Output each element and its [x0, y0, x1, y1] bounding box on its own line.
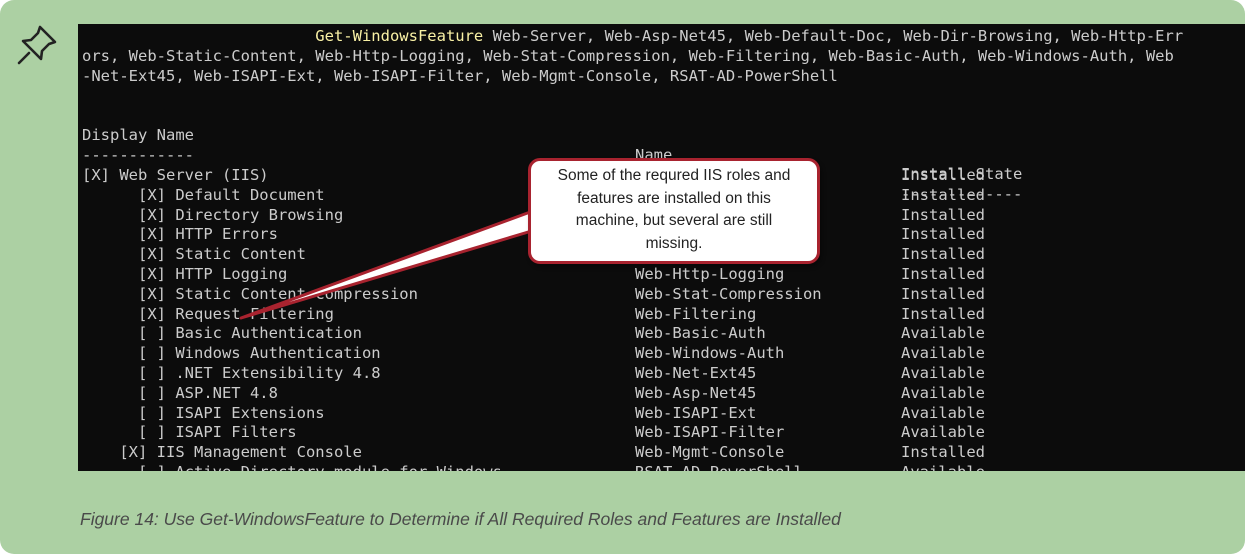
table-separator: ------------ ---- -------------: [78, 126, 1245, 204]
feature-install-state: Installed: [901, 166, 985, 184]
feature-display-name: [X] HTTP Logging: [82, 265, 288, 283]
feature-name: Web-Windows-Auth: [635, 344, 785, 363]
feature-install-state: Installed: [901, 185, 985, 204]
table-row: [ ] Basic Authentication Web-Basic-Auth Av…: [78, 324, 1245, 344]
feature-install-state: Installed: [901, 265, 985, 283]
feature-install-state: Available: [901, 423, 985, 442]
table-row: [ ] Active Directory module for Windows …: [78, 463, 1245, 471]
feature-install-state: Available: [901, 364, 985, 382]
feature-name: Web-ISAPI-Ext: [635, 403, 757, 422]
table-row: [ ] ASP.NET 4.8 Web-Asp-Net45 Available: [78, 384, 1245, 404]
table-row: [X] Static Content Compression Web-Stat-C…: [78, 285, 1245, 305]
table-row: [X] Request Filtering Web-Filtering Instal…: [78, 305, 1245, 325]
feature-display-name: [X] HTTP Errors: [82, 225, 278, 244]
feature-display-name: [ ] Windows Authentication: [82, 344, 381, 363]
callout-line-2: features are installed on this: [577, 189, 771, 207]
feature-display-name: [ ] ISAPI Filters: [82, 423, 297, 442]
feature-install-state: Installed: [901, 225, 985, 244]
feature-display-name: [ ] ISAPI Extensions: [82, 403, 325, 422]
feature-display-name: [X] Static Content Compression: [82, 284, 418, 303]
feature-display-name: [ ] .NET Extensibility 4.8: [82, 364, 381, 382]
feature-install-state: Available: [901, 383, 985, 402]
feature-name: Web-Net-Ext45: [635, 364, 757, 382]
figure-panel: Get-WindowsFeature Web-Server, Web-Asp-N…: [0, 0, 1245, 554]
feature-name: Web-Basic-Auth: [635, 324, 766, 343]
feature-display-name: [X] Default Document: [82, 185, 325, 204]
feature-install-state: Available: [901, 403, 985, 422]
command-line-2: ors, Web-Static-Content, Web-Http-Loggin…: [82, 47, 1174, 65]
feature-name: Web-Stat-Compression: [635, 284, 822, 303]
feature-display-name: [X] Static Content: [82, 245, 306, 264]
pin-icon: [15, 23, 59, 67]
feature-name: RSAT-AD-PowerShell: [635, 463, 803, 471]
feature-display-name: [ ] Active Directory module for Windows …: [82, 463, 539, 471]
feature-name: Web-Filtering: [635, 304, 757, 323]
feature-display-name: [X] Request Filtering: [82, 304, 334, 323]
feature-install-state: Installed: [901, 304, 985, 323]
feature-install-state: Installed: [901, 205, 985, 224]
feature-install-state: Installed: [901, 245, 985, 264]
callout-line-4: missing.: [645, 234, 703, 252]
feature-name: Web-Http-Logging: [635, 265, 785, 283]
feature-name: Web-ISAPI-Filter: [635, 423, 785, 442]
command-line-1: Get-WindowsFeature Web-Server, Web-Asp-N…: [82, 27, 1183, 47]
callout-line-3: machine, but several are still: [575, 212, 773, 229]
feature-name: Web-Asp-Net45: [635, 383, 757, 402]
command-args-1: Web-Server, Web-Asp-Net45, Web-Default-D…: [483, 27, 1184, 45]
feature-install-state: Available: [901, 463, 985, 471]
feature-display-name: [X] IIS Management Console: [82, 443, 362, 462]
feature-display-name: [ ] ASP.NET 4.8: [82, 383, 278, 402]
feature-install-state: Installed: [901, 284, 985, 303]
table-row: [ ] ISAPI Extensions Web-ISAPI-Ext Availab…: [78, 404, 1245, 424]
command-line-3: -Net-Ext45, Web-ISAPI-Ext, Web-ISAPI-Fil…: [82, 67, 838, 85]
separator-display-name: ------------: [82, 145, 194, 164]
table-row: [ ] ISAPI Filters Web-ISAPI-Filter Availab…: [78, 423, 1245, 443]
callout-line-1: Some of the requred IIS roles and: [557, 167, 791, 184]
table-row: [ ] Windows Authentication Web-Windows-Au…: [78, 344, 1245, 364]
feature-install-state: Available: [901, 324, 985, 343]
command-name: Get-WindowsFeature: [315, 27, 484, 45]
feature-display-name: [X] Directory Browsing: [82, 205, 344, 224]
feature-name: Web-Mgmt-Console: [635, 443, 785, 462]
feature-display-name: [ ] Basic Authentication: [82, 324, 362, 343]
table-header: Display Name Name Install State: [78, 106, 1245, 184]
feature-install-state: Available: [901, 344, 985, 363]
feature-install-state: Installed: [901, 443, 985, 462]
callout-box: Some of the requred IIS roles and featur…: [528, 158, 820, 264]
feature-display-name: [X] Web Server (IIS): [82, 166, 269, 184]
figure-caption: Figure 14: Use Get-WindowsFeature to Det…: [80, 509, 841, 529]
table-row: [ ] .NET Extensibility 4.8 Web-Net-Ext45 A…: [78, 364, 1245, 384]
table-row: [X] IIS Management Console Web-Mgmt-Conso…: [78, 443, 1245, 463]
table-row: [X] HTTP Logging Web-Http-Logging Installe…: [78, 265, 1245, 285]
